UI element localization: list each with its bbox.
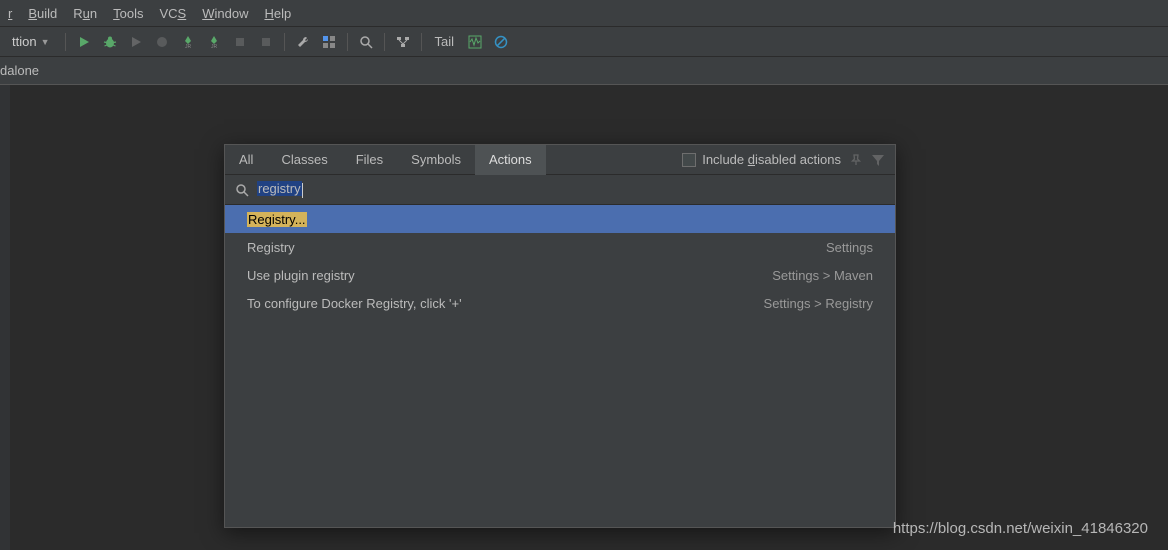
result-row[interactable]: Registry Settings xyxy=(225,233,895,261)
search-row: registry xyxy=(225,175,895,205)
jrebel-run-button[interactable]: JR xyxy=(177,31,199,53)
result-context: Settings xyxy=(826,240,873,255)
search-input-wrapper[interactable]: registry xyxy=(257,181,885,197)
search-tabs: All Classes Files Symbols Actions Includ… xyxy=(225,145,895,175)
text-cursor xyxy=(302,183,303,198)
tab-symbols[interactable]: Symbols xyxy=(397,145,475,175)
menu-help[interactable]: Help xyxy=(256,2,299,25)
bug-icon xyxy=(103,35,117,49)
wrench-icon xyxy=(296,35,310,49)
jrebel-debug-button[interactable]: JR xyxy=(203,31,225,53)
project-structure-button[interactable] xyxy=(318,31,340,53)
separator xyxy=(284,33,285,51)
svg-text:JR: JR xyxy=(184,44,191,49)
watermark-text: https://blog.csdn.net/weixin_41846320 xyxy=(893,520,1148,537)
menu-refactor[interactable]: r xyxy=(0,2,20,25)
play-icon xyxy=(130,36,142,48)
activity-button[interactable] xyxy=(464,31,486,53)
result-row[interactable]: Registry... xyxy=(225,205,895,233)
structure-icon xyxy=(322,35,336,49)
menu-window[interactable]: Window xyxy=(194,2,256,25)
stop-button[interactable] xyxy=(255,31,277,53)
result-row[interactable]: To configure Docker Registry, click '+' … xyxy=(225,289,895,317)
editor-gutter xyxy=(0,85,10,550)
rocket-debug-icon: JR xyxy=(207,35,221,49)
tab-all[interactable]: All xyxy=(225,145,267,175)
result-label: Registry... xyxy=(247,212,873,227)
profile-button[interactable] xyxy=(151,31,173,53)
build-button[interactable] xyxy=(292,31,314,53)
run-config-selector[interactable]: ttion ▼ xyxy=(4,32,58,51)
result-label: Registry xyxy=(247,240,826,255)
result-label: Use plugin registry xyxy=(247,268,772,283)
debug-button[interactable] xyxy=(99,31,121,53)
toolbar: ttion ▼ JR JR Tail xyxy=(0,27,1168,57)
search-query-text: registry xyxy=(257,181,302,196)
run-config-label: ttion xyxy=(12,34,37,49)
attach-icon xyxy=(233,35,247,49)
include-disabled-toggle[interactable]: Include disabled actions xyxy=(682,152,841,167)
cancel-button[interactable] xyxy=(490,31,512,53)
profile-icon xyxy=(155,35,169,49)
stop-icon xyxy=(260,36,272,48)
search-button[interactable] xyxy=(355,31,377,53)
search-icon xyxy=(359,35,373,49)
search-icon xyxy=(235,183,249,197)
play-icon xyxy=(78,36,90,48)
run-button[interactable] xyxy=(73,31,95,53)
rocket-icon: JR xyxy=(181,35,195,49)
navbar: dalone xyxy=(0,57,1168,85)
tail-label[interactable]: Tail xyxy=(429,34,461,49)
separator xyxy=(65,33,66,51)
checkbox-icon xyxy=(682,153,696,167)
tab-classes[interactable]: Classes xyxy=(267,145,341,175)
tree-icon xyxy=(396,35,410,49)
menu-tools[interactable]: Tools xyxy=(105,2,151,25)
results-empty-area xyxy=(225,317,895,527)
menu-run[interactable]: Run xyxy=(65,2,105,25)
chevron-down-icon: ▼ xyxy=(41,37,50,47)
separator xyxy=(421,33,422,51)
menubar: r Build Run Tools VCS Window Help xyxy=(0,0,1168,27)
tab-files[interactable]: Files xyxy=(342,145,397,175)
search-results: Registry... Registry Settings Use plugin… xyxy=(225,205,895,317)
pin-icon[interactable] xyxy=(849,153,863,167)
menu-vcs[interactable]: VCS xyxy=(151,2,194,25)
tree-button[interactable] xyxy=(392,31,414,53)
result-label: To configure Docker Registry, click '+' xyxy=(247,296,764,311)
menu-build[interactable]: Build xyxy=(20,2,65,25)
svg-text:JR: JR xyxy=(210,44,217,49)
coverage-button[interactable] xyxy=(125,31,147,53)
filter-icon[interactable] xyxy=(871,153,885,167)
result-context: Settings > Maven xyxy=(772,268,873,283)
activity-icon xyxy=(468,35,482,49)
breadcrumb[interactable]: dalone xyxy=(0,63,39,78)
separator xyxy=(384,33,385,51)
separator xyxy=(347,33,348,51)
include-disabled-label: Include disabled actions xyxy=(702,152,841,167)
result-row[interactable]: Use plugin registry Settings > Maven xyxy=(225,261,895,289)
attach-button[interactable] xyxy=(229,31,251,53)
tab-actions[interactable]: Actions xyxy=(475,145,546,175)
search-everywhere-popup: All Classes Files Symbols Actions Includ… xyxy=(224,144,896,528)
result-context: Settings > Registry xyxy=(764,296,873,311)
prohibit-icon xyxy=(494,35,508,49)
